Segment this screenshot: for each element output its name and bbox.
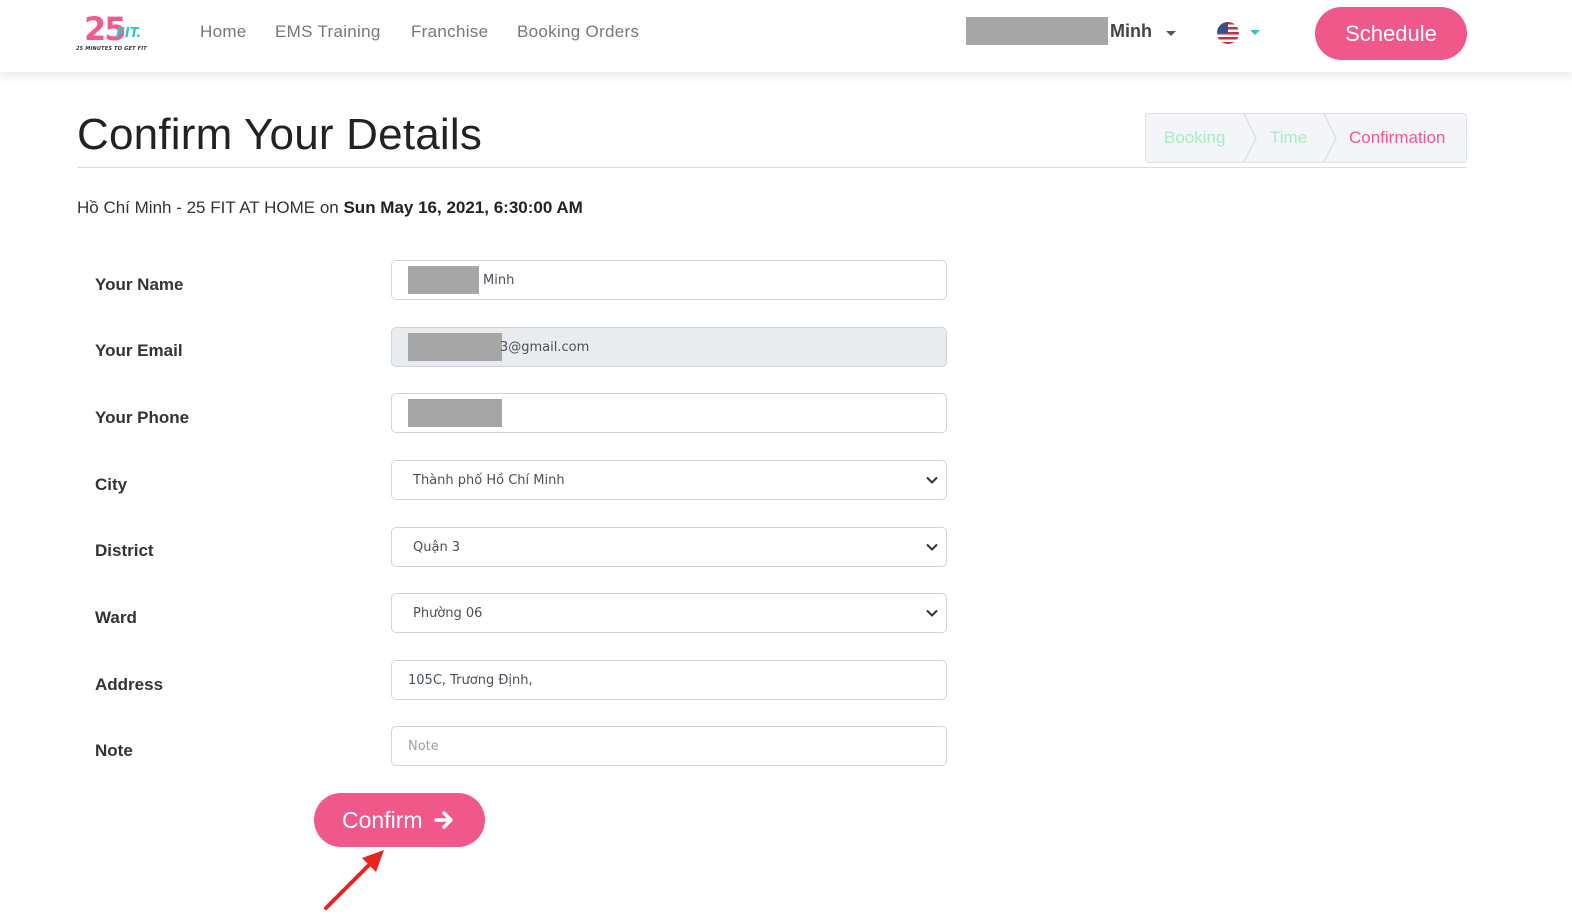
title-divider [77, 167, 1467, 168]
booking-location: Hồ Chí Minh - 25 FIT AT HOME [77, 198, 316, 217]
annotation-arrow-icon [324, 850, 384, 910]
phone-input[interactable] [391, 393, 947, 433]
nav-link-franchise[interactable]: Franchise [411, 22, 488, 42]
schedule-button[interactable]: Schedule [1315, 7, 1467, 60]
nav-link-booking-orders[interactable]: Booking Orders [517, 22, 639, 42]
step-separator-icon [1323, 114, 1337, 162]
brand-logo[interactable]: 25 FIT. 25 MINUTES TO GET FIT [76, 10, 156, 56]
step-booking[interactable]: Booking [1164, 114, 1225, 162]
label-your-email: Your Email [95, 341, 183, 360]
step-separator-icon [1243, 114, 1257, 162]
step-confirmation[interactable]: Confirmation [1349, 114, 1445, 162]
language-caret-icon[interactable] [1250, 30, 1260, 35]
chevron-down-icon [926, 609, 938, 617]
booking-on-text: on [319, 198, 339, 217]
ward-select[interactable]: Phường 06 [391, 593, 947, 633]
note-input[interactable]: Note [391, 726, 947, 766]
booking-steps-breadcrumb: Booking Time Confirmation [1145, 113, 1467, 163]
district-select[interactable]: Quận 3 [391, 527, 947, 567]
label-ward: Ward [95, 608, 137, 627]
name-input-value: Minh [483, 273, 515, 288]
email-input-value: 3@gmail.com [500, 340, 590, 355]
arrow-right-icon [434, 811, 453, 829]
redacted-user-name [966, 17, 1108, 45]
district-select-value: Quận 3 [413, 540, 461, 555]
address-input[interactable]: 105C, Trương Định, [391, 660, 947, 700]
label-address: Address [95, 675, 164, 694]
page-title: Confirm Your Details [77, 110, 483, 159]
top-navbar: 25 FIT. 25 MINUTES TO GET FIT Home EMS T… [0, 0, 1572, 72]
chevron-down-icon [926, 476, 938, 484]
caret-down-icon [1166, 31, 1176, 36]
redacted-email-prefix [408, 333, 502, 361]
ward-select-value: Phường 06 [413, 606, 483, 621]
label-your-phone: Your Phone [95, 408, 190, 427]
label-your-name: Your Name [95, 275, 184, 294]
redacted-first-name [408, 266, 479, 294]
label-city: City [95, 475, 128, 494]
nav-link-ems-training[interactable]: EMS Training [275, 22, 381, 42]
nav-link-home[interactable]: Home [200, 22, 247, 42]
label-note: Note [95, 741, 133, 760]
step-time[interactable]: Time [1270, 114, 1307, 162]
booking-summary: Hồ Chí Minh - 25 FIT AT HOME on Sun May … [77, 198, 583, 218]
us-flag-icon[interactable] [1217, 22, 1239, 44]
logo-tagline: 25 MINUTES TO GET FIT [76, 46, 147, 52]
confirm-button[interactable]: Confirm [314, 793, 485, 847]
label-district: District [95, 541, 154, 560]
name-input[interactable]: Minh [391, 260, 947, 300]
logo-word: FIT. [116, 26, 142, 41]
note-input-placeholder: Note [408, 739, 439, 754]
redacted-phone [408, 399, 502, 427]
user-name: Minh [1110, 21, 1152, 41]
chevron-down-icon [926, 543, 938, 551]
email-input: 3@gmail.com [391, 327, 947, 367]
booking-datetime: Sun May 16, 2021, 6:30:00 AM [343, 198, 583, 217]
confirm-button-label: Confirm [342, 807, 423, 833]
address-input-value: 105C, Trương Định, [408, 673, 533, 688]
city-select-value: Thành phố Hồ Chí Minh [413, 473, 565, 488]
city-select[interactable]: Thành phố Hồ Chí Minh [391, 460, 947, 500]
